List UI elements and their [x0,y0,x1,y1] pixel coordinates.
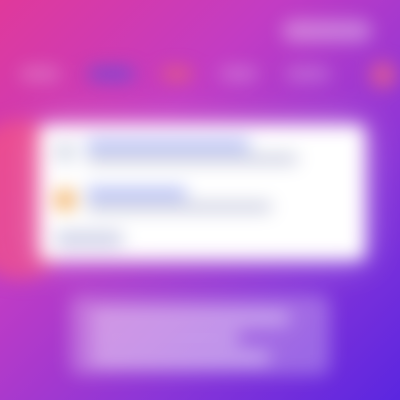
footer-panel [70,295,330,375]
nav-item-2[interactable] [88,68,134,80]
list-item-subtitle [86,155,298,163]
nav-item-4[interactable] [220,68,258,80]
avatar [54,189,76,211]
blurred-app-screen [0,0,400,400]
list-item-title [86,141,251,149]
content-card [40,125,365,260]
nav-item-1[interactable] [20,68,60,80]
top-nav [20,64,400,84]
list-item[interactable] [54,141,351,163]
nav-item-5[interactable] [286,68,330,80]
footer-text-line [90,333,240,343]
list-item-subtitle [86,203,272,211]
blurred-content-layer [0,0,400,400]
avatar [54,141,76,163]
card-action-button[interactable] [54,232,124,246]
header-action-button[interactable] [282,20,372,42]
footer-text-line [90,353,270,363]
footer-text-line [90,313,290,323]
list-item[interactable] [54,189,351,211]
nav-item-3[interactable] [162,68,192,80]
list-item-title [86,189,187,197]
